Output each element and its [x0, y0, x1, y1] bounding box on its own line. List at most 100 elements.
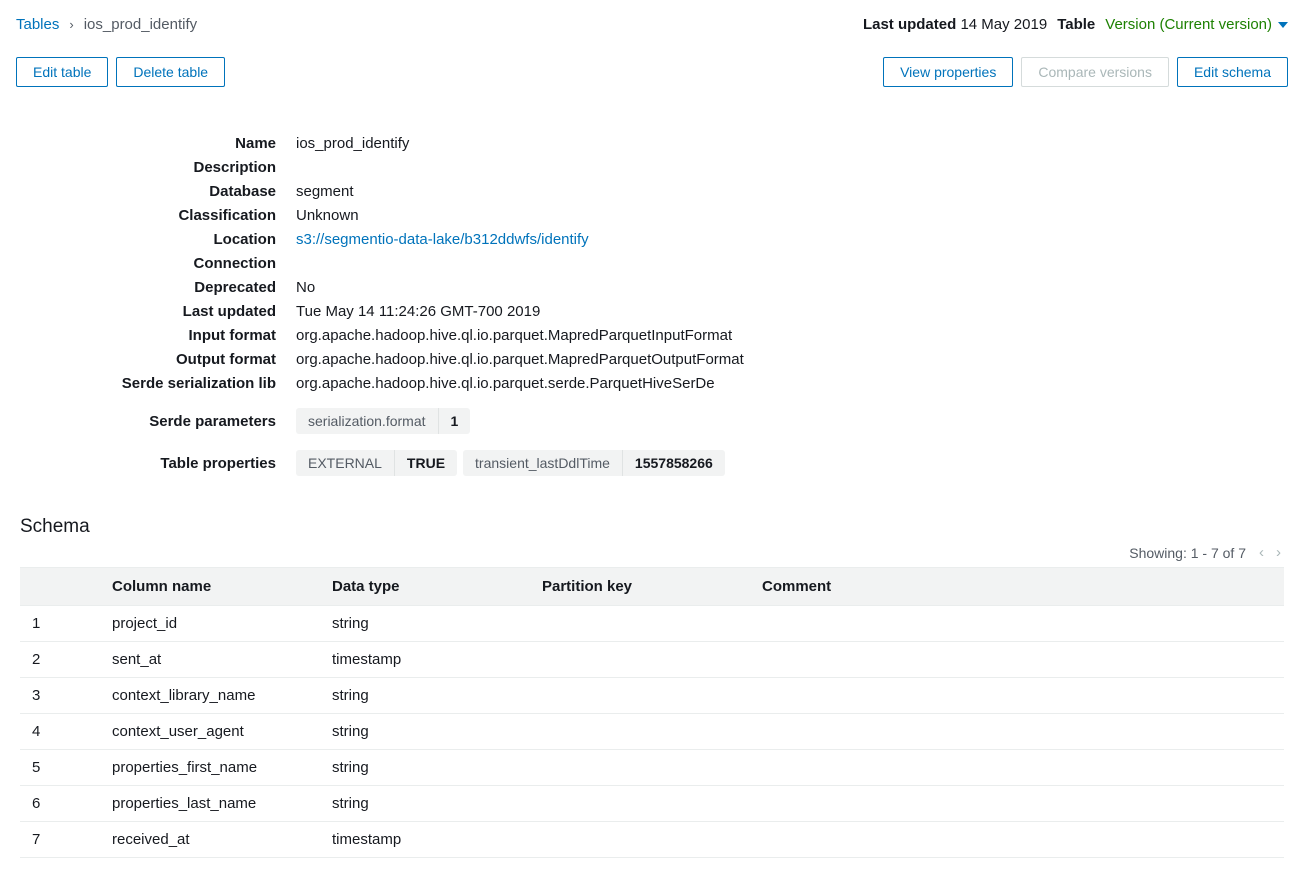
- col-header-column-name: Column name: [100, 568, 320, 606]
- cell-type: string: [320, 786, 530, 822]
- cell-pk: [530, 822, 750, 858]
- cell-comment: [750, 678, 1284, 714]
- kv-tag: serialization.format1: [296, 408, 470, 434]
- value-deprecated: No: [296, 279, 315, 296]
- edit-table-button[interactable]: Edit table: [16, 57, 108, 87]
- table-label: Table: [1057, 16, 1095, 33]
- cell-pk: [530, 750, 750, 786]
- cell-type: string: [320, 714, 530, 750]
- table-row: 4context_user_agentstring: [20, 714, 1284, 750]
- label-name: Name: [86, 135, 296, 152]
- delete-table-button[interactable]: Delete table: [116, 57, 225, 87]
- header-meta: Last updated 14 May 2019 Table Version (…: [863, 16, 1288, 33]
- value-output-format: org.apache.hadoop.hive.ql.io.parquet.Map…: [296, 351, 744, 368]
- table-props: EXTERNALTRUEtransient_lastDdlTime1557858…: [296, 450, 725, 476]
- cell-comment: [750, 822, 1284, 858]
- label-classification: Classification: [86, 207, 296, 224]
- last-updated-value: 14 May 2019: [960, 16, 1047, 33]
- cell-pk: [530, 606, 750, 642]
- serde-params: serialization.format1: [296, 408, 470, 434]
- caret-down-icon: [1278, 20, 1288, 30]
- col-header-partition-key: Partition key: [530, 568, 750, 606]
- schema-table: Column name Data type Partition key Comm…: [20, 567, 1284, 858]
- cell-comment: [750, 606, 1284, 642]
- col-header-index: [20, 568, 100, 606]
- pagination-prev-icon[interactable]: ‹: [1256, 544, 1267, 561]
- cell-pk: [530, 678, 750, 714]
- cell-comment: [750, 642, 1284, 678]
- cell-type: string: [320, 606, 530, 642]
- table-row: 6properties_last_namestring: [20, 786, 1284, 822]
- label-table-props: Table properties: [86, 455, 296, 472]
- col-header-data-type: Data type: [320, 568, 530, 606]
- table-row: 1project_idstring: [20, 606, 1284, 642]
- kv-key: EXTERNAL: [296, 450, 394, 476]
- table-row: 7received_attimestamp: [20, 822, 1284, 858]
- cell-idx: 3: [20, 678, 100, 714]
- kv-key: transient_lastDdlTime: [463, 450, 622, 476]
- cell-name: project_id: [100, 606, 320, 642]
- cell-pk: [530, 786, 750, 822]
- view-properties-button[interactable]: View properties: [883, 57, 1013, 87]
- cell-idx: 6: [20, 786, 100, 822]
- cell-comment: [750, 750, 1284, 786]
- cell-name: context_library_name: [100, 678, 320, 714]
- breadcrumb-current: ios_prod_identify: [84, 16, 197, 33]
- label-connection: Connection: [86, 255, 296, 272]
- label-last-updated: Last updated: [86, 303, 296, 320]
- breadcrumb: Tables › ios_prod_identify: [16, 16, 197, 33]
- label-input-format: Input format: [86, 327, 296, 344]
- kv-tag: EXTERNALTRUE: [296, 450, 457, 476]
- cell-idx: 5: [20, 750, 100, 786]
- label-serde-lib: Serde serialization lib: [86, 375, 296, 392]
- version-dropdown[interactable]: Version (Current version): [1105, 16, 1288, 33]
- kv-value: 1: [438, 408, 471, 434]
- label-serde-params: Serde parameters: [86, 413, 296, 430]
- value-name: ios_prod_identify: [296, 135, 409, 152]
- cell-name: received_at: [100, 822, 320, 858]
- cell-name: properties_first_name: [100, 750, 320, 786]
- cell-idx: 2: [20, 642, 100, 678]
- breadcrumb-root-link[interactable]: Tables: [16, 16, 59, 33]
- cell-type: timestamp: [320, 642, 530, 678]
- cell-idx: 1: [20, 606, 100, 642]
- schema-title: Schema: [20, 516, 1284, 538]
- cell-pk: [530, 714, 750, 750]
- label-deprecated: Deprecated: [86, 279, 296, 296]
- label-database: Database: [86, 183, 296, 200]
- table-row: 3context_library_namestring: [20, 678, 1284, 714]
- cell-pk: [530, 642, 750, 678]
- kv-key: serialization.format: [296, 408, 438, 434]
- kv-tag: transient_lastDdlTime1557858266: [463, 450, 725, 476]
- label-output-format: Output format: [86, 351, 296, 368]
- cell-idx: 4: [20, 714, 100, 750]
- version-label: Version (Current version): [1105, 16, 1272, 33]
- label-description: Description: [86, 159, 296, 176]
- table-row: 2sent_attimestamp: [20, 642, 1284, 678]
- chevron-right-icon: ›: [69, 17, 73, 32]
- value-database: segment: [296, 183, 354, 200]
- value-location-link[interactable]: s3://segmentio-data-lake/b312ddwfs/ident…: [296, 231, 589, 248]
- cell-name: context_user_agent: [100, 714, 320, 750]
- table-row: 5properties_first_namestring: [20, 750, 1284, 786]
- cell-idx: 7: [20, 822, 100, 858]
- table-details: Nameios_prod_identify Description Databa…: [86, 135, 986, 476]
- cell-type: string: [320, 678, 530, 714]
- label-location: Location: [86, 231, 296, 248]
- schema-showing-text: Showing: 1 - 7 of 7: [1129, 545, 1246, 561]
- value-classification: Unknown: [296, 207, 359, 224]
- cell-type: timestamp: [320, 822, 530, 858]
- pagination-next-icon[interactable]: ›: [1273, 544, 1284, 561]
- cell-type: string: [320, 750, 530, 786]
- kv-value: TRUE: [394, 450, 457, 476]
- value-last-updated: Tue May 14 11:24:26 GMT-700 2019: [296, 303, 540, 320]
- edit-schema-button[interactable]: Edit schema: [1177, 57, 1288, 87]
- cell-comment: [750, 786, 1284, 822]
- cell-name: properties_last_name: [100, 786, 320, 822]
- cell-name: sent_at: [100, 642, 320, 678]
- cell-comment: [750, 714, 1284, 750]
- col-header-comment: Comment: [750, 568, 1284, 606]
- last-updated-label: Last updated: [863, 16, 956, 33]
- compare-versions-button: Compare versions: [1021, 57, 1169, 87]
- kv-value: 1557858266: [622, 450, 725, 476]
